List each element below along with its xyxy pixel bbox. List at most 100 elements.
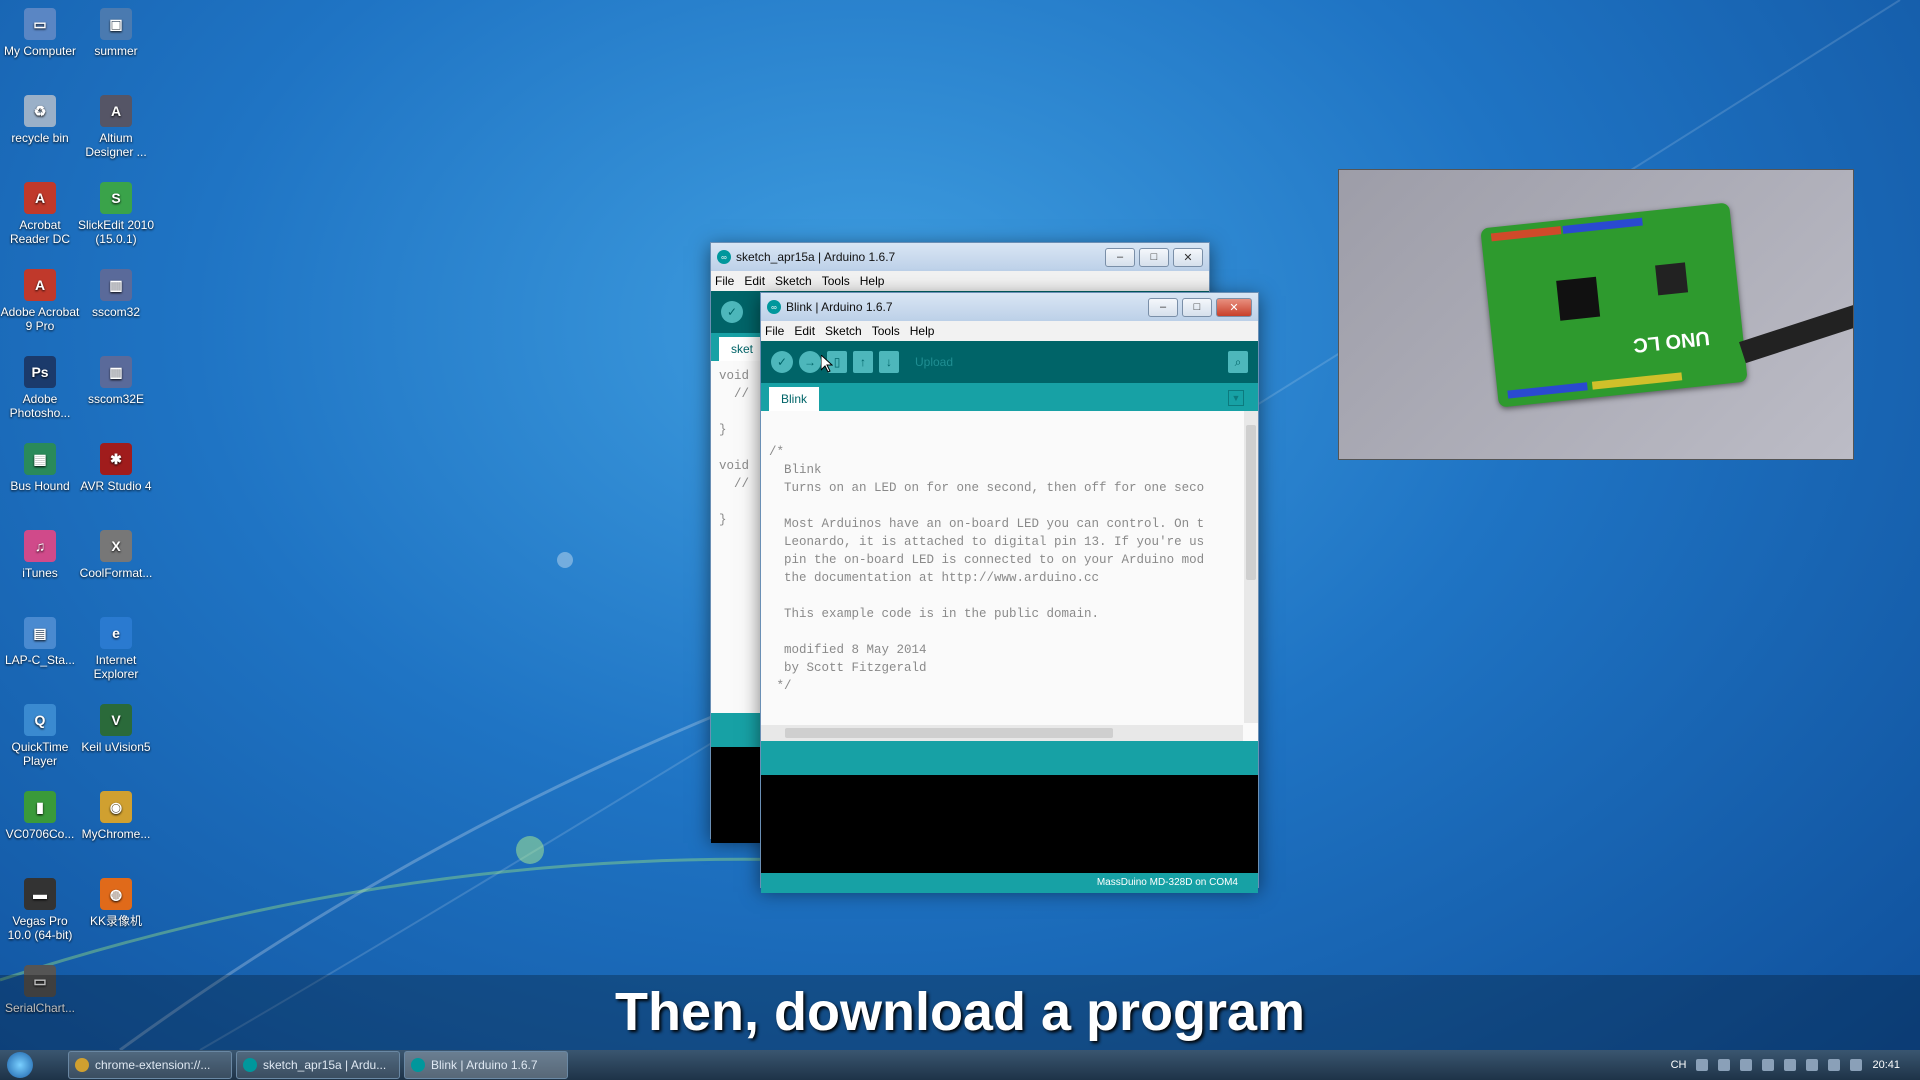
window-title: Blink | Arduino 1.6.7	[786, 300, 893, 314]
app-icon: ♫	[24, 530, 56, 562]
desktop-icon[interactable]: ▤ LAP-C_Sta...	[0, 609, 80, 667]
desktop-icon-label: Bus Hound	[10, 479, 70, 493]
desktop-icon[interactable]: ♻ recycle bin	[0, 87, 80, 145]
save-sketch-icon[interactable]: ↓	[879, 351, 899, 373]
app-icon: ▣	[100, 8, 132, 40]
menu-file[interactable]: File	[765, 324, 784, 338]
arduino-window-blink[interactable]: ∞ Blink | Arduino 1.6.7 – □ ✕ File Edit …	[760, 292, 1259, 893]
desktop-icon[interactable]: A Altium Designer ...	[76, 87, 156, 159]
menu-sketch[interactable]: Sketch	[775, 274, 812, 288]
usb-cable	[1739, 298, 1853, 364]
menu-edit[interactable]: Edit	[794, 324, 815, 338]
upload-icon[interactable]: →	[799, 351, 821, 373]
code-line: */	[769, 679, 792, 693]
start-button[interactable]	[0, 1050, 40, 1080]
serial-monitor-icon[interactable]: ⌕	[1228, 351, 1248, 373]
desktop-icon[interactable]: ▥ sscom32	[76, 261, 156, 319]
desktop-icon-label: Acrobat Reader DC	[9, 218, 71, 246]
maximize-button[interactable]: □	[1139, 247, 1169, 267]
task-blink[interactable]: Blink | Arduino 1.6.7	[404, 1051, 568, 1079]
arduino-icon	[411, 1058, 425, 1072]
menu-help[interactable]: Help	[860, 274, 885, 288]
desktop-icon[interactable]: ♫ iTunes	[0, 522, 80, 580]
menu-tools[interactable]: Tools	[872, 324, 900, 338]
desktop-icon[interactable]: ▮ VC0706Co...	[0, 783, 80, 841]
desktop-icon[interactable]: ▬ Vegas Pro 10.0 (64-bit)	[0, 870, 80, 942]
app-icon: A	[24, 269, 56, 301]
menu-sketch[interactable]: Sketch	[825, 324, 862, 338]
close-button[interactable]: ✕	[1216, 297, 1252, 317]
code-line: the documentation at http://www.arduino.…	[769, 571, 1100, 585]
desktop-icon-label: recycle bin	[11, 131, 69, 145]
windows-orb-icon	[7, 1052, 33, 1078]
menu-file[interactable]: File	[715, 274, 734, 288]
desktop-icon[interactable]: e Internet Explorer	[76, 609, 156, 681]
network-icon[interactable]	[1828, 1059, 1841, 1071]
minimize-button[interactable]: –	[1148, 297, 1178, 317]
menu-tools[interactable]: Tools	[822, 274, 850, 288]
desktop-icon[interactable]: ▣ summer	[76, 0, 156, 58]
clock[interactable]: 20:41	[1872, 1059, 1900, 1071]
desktop-icon-label: SlickEdit 2010 (15.0.1)	[77, 218, 155, 246]
scroll-thumb[interactable]	[1246, 425, 1256, 580]
code-line: /*	[769, 445, 785, 459]
task-label: chrome-extension://...	[95, 1058, 211, 1072]
console-bar	[761, 741, 1258, 775]
help-icon[interactable]	[1718, 1059, 1731, 1071]
keyboard-icon[interactable]	[1696, 1059, 1709, 1071]
toolbar: ✓ → ▯ ↑ ↓ Upload ⌕	[761, 341, 1258, 383]
system-tray: CH 20:41	[1671, 1059, 1920, 1071]
desktop-icon-label: VC0706Co...	[5, 827, 75, 841]
app-icon: ▮	[24, 791, 56, 823]
task-sketch[interactable]: sketch_apr15a | Ardu...	[236, 1051, 400, 1079]
desktop-icon-label: Vegas Pro 10.0 (64-bit)	[7, 914, 73, 942]
verify-icon[interactable]: ✓	[771, 351, 793, 373]
arduino-logo-icon: ∞	[767, 300, 781, 314]
desktop-icon[interactable]: X CoolFormat...	[76, 522, 156, 580]
scroll-thumb[interactable]	[785, 728, 1113, 738]
tray-app-icon[interactable]	[1806, 1059, 1819, 1071]
horizontal-scrollbar[interactable]	[761, 725, 1243, 741]
title-bar[interactable]: ∞ sketch_apr15a | Arduino 1.6.7 – □ ✕	[711, 243, 1209, 271]
desktop-icon-label: KK录像机	[89, 914, 142, 928]
desktop-icon[interactable]: ▥ sscom32E	[76, 348, 156, 406]
tab-sketch[interactable]: sket	[719, 337, 766, 361]
task-chrome[interactable]: chrome-extension://...	[68, 1051, 232, 1079]
tab-blink[interactable]: Blink	[769, 387, 820, 411]
desktop-icon[interactable]: S SlickEdit 2010 (15.0.1)	[76, 174, 156, 246]
board-port-status: MassDuino MD-328D on COM4	[1096, 877, 1238, 888]
desktop-icon[interactable]: ▦ Bus Hound	[0, 435, 80, 493]
verify-icon[interactable]: ✓	[721, 301, 743, 323]
tray-app-icon[interactable]	[1762, 1059, 1775, 1071]
desktop-icon[interactable]: ✱ AVR Studio 4	[76, 435, 156, 493]
language-indicator[interactable]: CH	[1671, 1059, 1687, 1071]
vertical-scrollbar[interactable]	[1244, 411, 1258, 723]
desktop-icon[interactable]: A Adobe Acrobat 9 Pro	[0, 261, 80, 333]
desktop-icon[interactable]: Q QuickTime Player	[0, 696, 80, 768]
minimize-button[interactable]: –	[1105, 247, 1135, 267]
desktop-icon[interactable]: ▭ My Computer	[0, 0, 80, 58]
app-icon: ▥	[100, 356, 132, 388]
desktop-icon[interactable]: V Keil uVision5	[76, 696, 156, 754]
app-icon: A	[24, 182, 56, 214]
app-icon: A	[100, 95, 132, 127]
subtitle-caption: Then, download a program	[0, 975, 1920, 1050]
tab-menu-icon[interactable]: ▼	[1228, 390, 1244, 406]
title-bar[interactable]: ∞ Blink | Arduino 1.6.7 – □ ✕	[761, 293, 1258, 321]
desktop-icon[interactable]: ◉ MyChrome...	[76, 783, 156, 841]
board-photo: UNO LC	[1338, 169, 1854, 460]
desktop-icon-label: AVR Studio 4	[80, 479, 152, 493]
desktop-icon[interactable]: ◍ KK录像机	[76, 870, 156, 928]
desktop-icon[interactable]: A Acrobat Reader DC	[0, 174, 80, 246]
open-sketch-icon[interactable]: ↑	[853, 351, 873, 373]
menu-edit[interactable]: Edit	[744, 274, 765, 288]
tray-app-icon[interactable]	[1740, 1059, 1753, 1071]
code-editor[interactable]: /* Blink Turns on an LED on for one seco…	[761, 411, 1258, 741]
code-line: Blink	[769, 463, 822, 477]
tray-app-icon[interactable]	[1784, 1059, 1797, 1071]
volume-icon[interactable]	[1850, 1059, 1863, 1071]
maximize-button[interactable]: □	[1182, 297, 1212, 317]
desktop-icon[interactable]: Ps Adobe Photosho...	[0, 348, 80, 420]
close-button[interactable]: ✕	[1173, 247, 1203, 267]
menu-help[interactable]: Help	[910, 324, 935, 338]
